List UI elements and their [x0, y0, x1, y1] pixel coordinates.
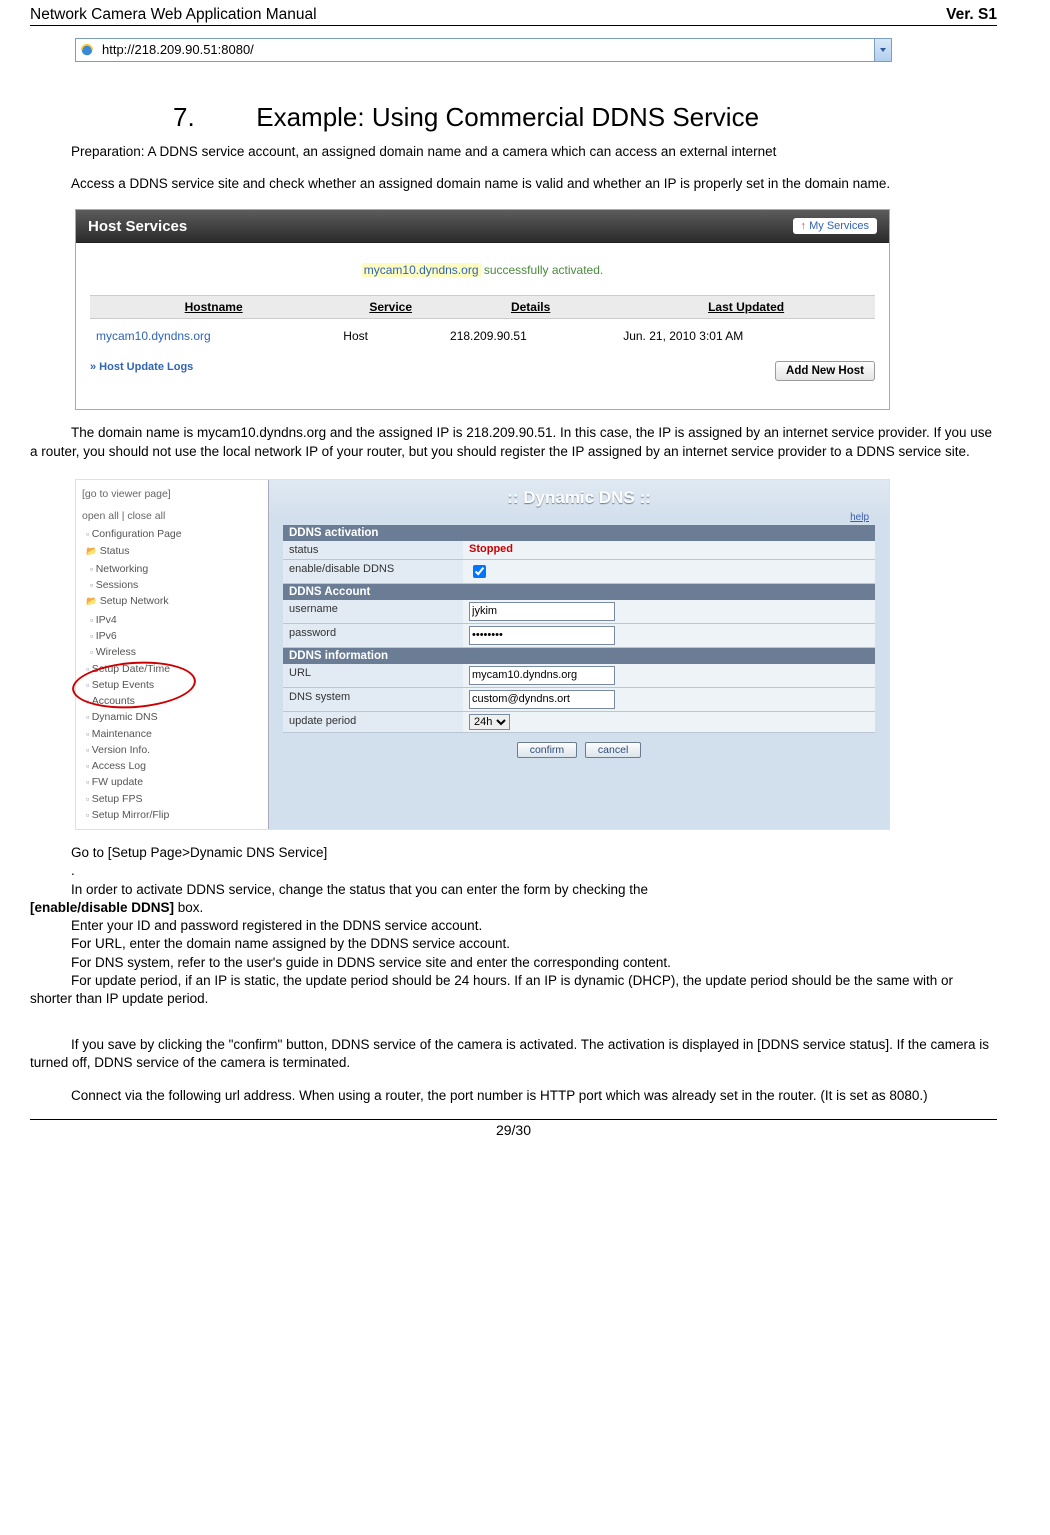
tree-item[interactable]: Wireless [90, 644, 264, 660]
cfg-row-user: username [283, 600, 875, 624]
cfg-lab: status [283, 541, 463, 559]
my-services-text[interactable]: My Services [809, 220, 869, 232]
cfg-lab: enable/disable DDNS [283, 560, 463, 583]
cell-hostname[interactable]: mycam10.dyndns.org [90, 319, 337, 354]
th-hostname: Hostname [90, 296, 337, 319]
tree-root[interactable]: Configuration Page [86, 526, 264, 542]
activated-host: mycam10.dyndns.org [362, 263, 481, 277]
browser-address-bar: http://218.209.90.51:8080/ [75, 38, 892, 62]
table-row: mycam10.dyndns.org Host 218.209.90.51 Ju… [90, 319, 875, 354]
add-new-host-button[interactable]: Add New Host [775, 361, 875, 381]
chevron-down-icon [879, 46, 887, 54]
ie-icon [76, 39, 98, 61]
para-dot: . [30, 862, 997, 880]
tree-item[interactable]: FW update [86, 774, 264, 790]
dyndns-screenshot: Host Services ↑ My Services mycam10.dynd… [75, 209, 890, 410]
tree-item[interactable]: Setup FPS [86, 791, 264, 807]
config-help-link[interactable]: help [269, 512, 889, 523]
cfg-row-dns: DNS system [283, 688, 875, 712]
cfg-row-status: status Stopped [283, 541, 875, 560]
tree-item[interactable]: Setup Mirror/Flip [86, 807, 264, 823]
config-tree: [go to viewer page] open all | close all… [76, 480, 268, 829]
tree-item[interactable]: Sessions [90, 577, 264, 593]
cfg-row-pass: password [283, 624, 875, 648]
tree-network[interactable]: Setup Network [86, 593, 264, 609]
dyndns-title: Host Services [88, 218, 187, 235]
dns-system-input[interactable] [469, 690, 615, 709]
para-dns: For DNS system, refer to the user's guid… [30, 954, 997, 972]
confirm-button[interactable]: confirm [517, 742, 577, 758]
cfg-row-upd: update period 24h [283, 712, 875, 733]
tree-item[interactable]: Dynamic DNS [86, 709, 264, 725]
cfg-sec-activation: DDNS activation [283, 525, 875, 541]
tree-item[interactable]: Version Info. [86, 742, 264, 758]
cfg-row-url: URL [283, 664, 875, 688]
heading-num: 7. [215, 102, 249, 133]
para-save: If you save by clicking the "confirm" bu… [30, 1036, 997, 1072]
para-connect: Connect via the following url address. W… [30, 1087, 997, 1105]
tree-item[interactable]: IPv4 [90, 612, 264, 628]
header-left: Network Camera Web Application Manual [30, 6, 317, 24]
para-url: For URL, enter the domain name assigned … [30, 935, 997, 953]
cell-details: 218.209.90.51 [444, 319, 617, 354]
address-url[interactable]: http://218.209.90.51:8080/ [98, 39, 874, 61]
table-header-row: Hostname Service Details Last Updated [90, 296, 875, 319]
config-main: :: Dynamic DNS :: help DDNS activation s… [268, 480, 889, 829]
enable-bold: [enable/disable DDNS] [30, 900, 174, 915]
enable-ddns-checkbox[interactable] [473, 565, 486, 578]
doc-footer: 29/30 [30, 1119, 997, 1138]
url-input[interactable] [469, 666, 615, 685]
cfg-sec-info: DDNS information [283, 648, 875, 664]
cfg-lab: password [283, 624, 463, 647]
th-updated: Last Updated [617, 296, 875, 319]
cfg-lab: username [283, 600, 463, 623]
section-heading: 7. Example: Using Commercial DDNS Servic… [215, 102, 997, 133]
address-dropdown[interactable] [874, 39, 891, 61]
up-arrow-icon: ↑ [801, 220, 807, 232]
para-enable: In order to activate DDNS service, chang… [30, 881, 997, 917]
config-screenshot: [go to viewer page] open all | close all… [75, 479, 890, 830]
host-table: Hostname Service Details Last Updated my… [90, 295, 875, 353]
cell-service: Host [337, 319, 444, 354]
cell-updated: Jun. 21, 2010 3:01 AM [617, 319, 875, 354]
update-period-select[interactable]: 24h [469, 714, 510, 730]
cfg-status-val: Stopped [469, 543, 513, 555]
page-number: 29/30 [30, 1122, 997, 1138]
cfg-lab: DNS system [283, 688, 463, 711]
cfg-lab: URL [283, 664, 463, 687]
username-input[interactable] [469, 602, 615, 621]
para-access: Access a DDNS service site and check whe… [30, 175, 997, 193]
heading-title: Example: Using Commercial DDNS Service [256, 102, 759, 132]
password-input[interactable] [469, 626, 615, 645]
cfg-sec-account: DDNS Account [283, 584, 875, 600]
tree-openall[interactable]: open all | close all [82, 508, 264, 524]
activated-tail: successfully activated. [481, 263, 604, 277]
tree-item[interactable]: Maintenance [86, 726, 264, 742]
para-domain: The domain name is mycam10.dyndns.org an… [30, 424, 997, 460]
tree-item[interactable]: Networking [90, 561, 264, 577]
header-right: Ver. S1 [946, 6, 997, 24]
tree-viewer-link[interactable]: [go to viewer page] [82, 486, 264, 502]
para-idpw: Enter your ID and password registered in… [30, 917, 997, 935]
config-title: :: Dynamic DNS :: [269, 480, 889, 512]
th-service: Service [337, 296, 444, 319]
para-prep: Preparation: A DDNS service account, an … [30, 143, 997, 161]
cancel-button[interactable]: cancel [585, 742, 641, 758]
dyndns-titlebar: Host Services ↑ My Services [76, 210, 889, 243]
tree-item[interactable]: Access Log [86, 758, 264, 774]
para-goto: Go to [Setup Page>Dynamic DNS Service] [30, 844, 997, 862]
para-upd: For update period, if an IP is static, t… [30, 972, 997, 1008]
activation-message: mycam10.dyndns.org successfully activate… [90, 263, 875, 277]
host-update-logs-link[interactable]: » Host Update Logs [90, 361, 193, 381]
tree-item[interactable]: IPv6 [90, 628, 264, 644]
tree-status[interactable]: Status [86, 543, 264, 559]
doc-header: Network Camera Web Application Manual Ve… [30, 0, 997, 26]
th-details: Details [444, 296, 617, 319]
cfg-lab: update period [283, 712, 463, 732]
my-services-link[interactable]: ↑ My Services [793, 218, 877, 234]
cfg-row-enable: enable/disable DDNS [283, 560, 875, 584]
